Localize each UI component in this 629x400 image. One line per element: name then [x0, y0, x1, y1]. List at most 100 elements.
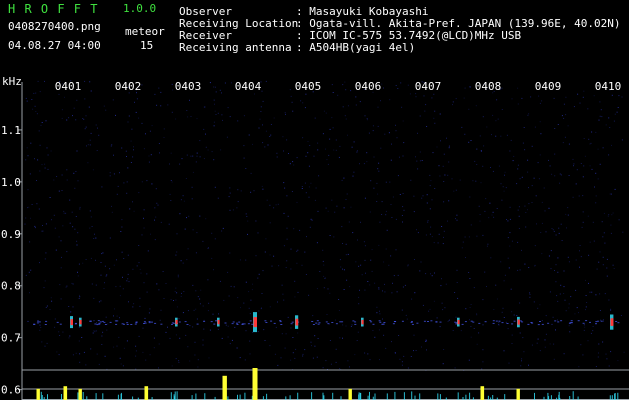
noise-speck: [264, 251, 266, 253]
noise-speck: [368, 132, 370, 134]
noise-speck: [549, 165, 551, 167]
noise-speck: [611, 94, 613, 96]
noise-speck: [386, 229, 388, 231]
band-speck: [352, 320, 355, 322]
activity-spike: [480, 386, 485, 400]
noise-speck: [495, 135, 497, 137]
noise-speck: [388, 132, 390, 134]
noise-speck: [277, 301, 278, 303]
noise-speck: [145, 133, 146, 135]
activity-tick: [367, 395, 369, 400]
noise-speck: [291, 101, 293, 103]
noise-speck: [218, 313, 219, 315]
noise-speck: [586, 302, 588, 303]
noise-speck: [567, 207, 569, 209]
noise-speck: [611, 214, 613, 216]
noise-speck: [551, 228, 553, 229]
noise-speck: [294, 280, 296, 282]
noise-speck: [553, 358, 555, 360]
noise-speck: [136, 98, 138, 100]
band-speck: [325, 321, 328, 323]
noise-speck: [155, 216, 157, 218]
noise-speck: [101, 335, 103, 337]
noise-speck: [553, 230, 555, 232]
noise-speck: [496, 208, 498, 209]
noise-speck: [338, 156, 340, 158]
noise-speck: [192, 326, 194, 328]
noise-speck: [483, 145, 485, 147]
noise-speck: [177, 274, 179, 276]
noise-speck: [491, 134, 492, 136]
noise-speck: [104, 265, 106, 267]
noise-speck: [585, 309, 586, 311]
noise-speck: [286, 195, 288, 197]
noise-speck: [39, 324, 41, 326]
noise-speck: [524, 263, 526, 265]
noise-speck: [583, 329, 585, 331]
noise-speck: [94, 233, 95, 235]
noise-speck: [126, 280, 128, 282]
activity-tick: [285, 396, 287, 400]
noise-speck: [587, 108, 589, 110]
noise-speck: [239, 259, 241, 261]
noise-speck: [389, 181, 391, 183]
noise-speck: [213, 125, 215, 127]
noise-speck: [469, 319, 470, 321]
noise-speck: [205, 218, 207, 220]
noise-speck: [604, 293, 606, 295]
noise-speck: [567, 256, 569, 258]
noise-speck: [429, 233, 431, 235]
noise-speck: [332, 127, 334, 129]
x-tick-label: 0404: [235, 80, 262, 93]
activity-spike: [63, 386, 68, 400]
noise-speck: [456, 219, 458, 221]
noise-speck: [498, 322, 500, 324]
noise-speck: [53, 214, 55, 216]
activity-tick: [340, 396, 342, 400]
noise-speck: [156, 104, 158, 106]
noise-speck: [45, 306, 47, 308]
noise-speck: [445, 283, 447, 285]
noise-speck: [138, 262, 140, 264]
noise-speck: [379, 313, 381, 315]
noise-speck: [574, 313, 576, 315]
noise-speck: [339, 145, 341, 147]
noise-speck: [330, 363, 332, 365]
noise-speck: [502, 307, 504, 309]
band-speck: [135, 322, 138, 324]
noise-speck: [250, 172, 252, 174]
noise-speck: [378, 287, 380, 289]
noise-speck: [290, 268, 292, 270]
noise-speck: [549, 343, 551, 345]
noise-speck: [39, 144, 41, 146]
band-speck: [36, 322, 39, 324]
noise-speck: [82, 118, 84, 119]
noise-speck: [132, 268, 134, 270]
noise-speck: [374, 282, 376, 284]
noise-speck: [265, 238, 267, 240]
noise-speck: [260, 111, 262, 112]
noise-speck: [322, 367, 324, 369]
noise-speck: [132, 306, 134, 308]
noise-speck: [590, 142, 592, 144]
noise-speck: [568, 143, 570, 145]
noise-speck: [366, 152, 368, 154]
band-speck: [394, 321, 397, 322]
noise-speck: [158, 367, 159, 369]
meteor-echo-core: [457, 319, 460, 325]
y-tick-label: 1.0: [1, 176, 21, 189]
band-speck: [495, 320, 498, 322]
activity-tick: [504, 394, 506, 400]
noise-speck: [325, 360, 327, 362]
noise-speck: [431, 199, 433, 201]
noise-speck: [602, 256, 604, 258]
noise-speck: [395, 130, 397, 132]
noise-speck: [413, 334, 415, 336]
noise-speck: [554, 153, 556, 155]
noise-speck: [179, 163, 181, 165]
band-speck: [317, 323, 320, 325]
noise-speck: [195, 308, 197, 310]
noise-speck: [447, 321, 449, 322]
noise-speck: [251, 289, 253, 291]
noise-speck: [529, 294, 531, 295]
